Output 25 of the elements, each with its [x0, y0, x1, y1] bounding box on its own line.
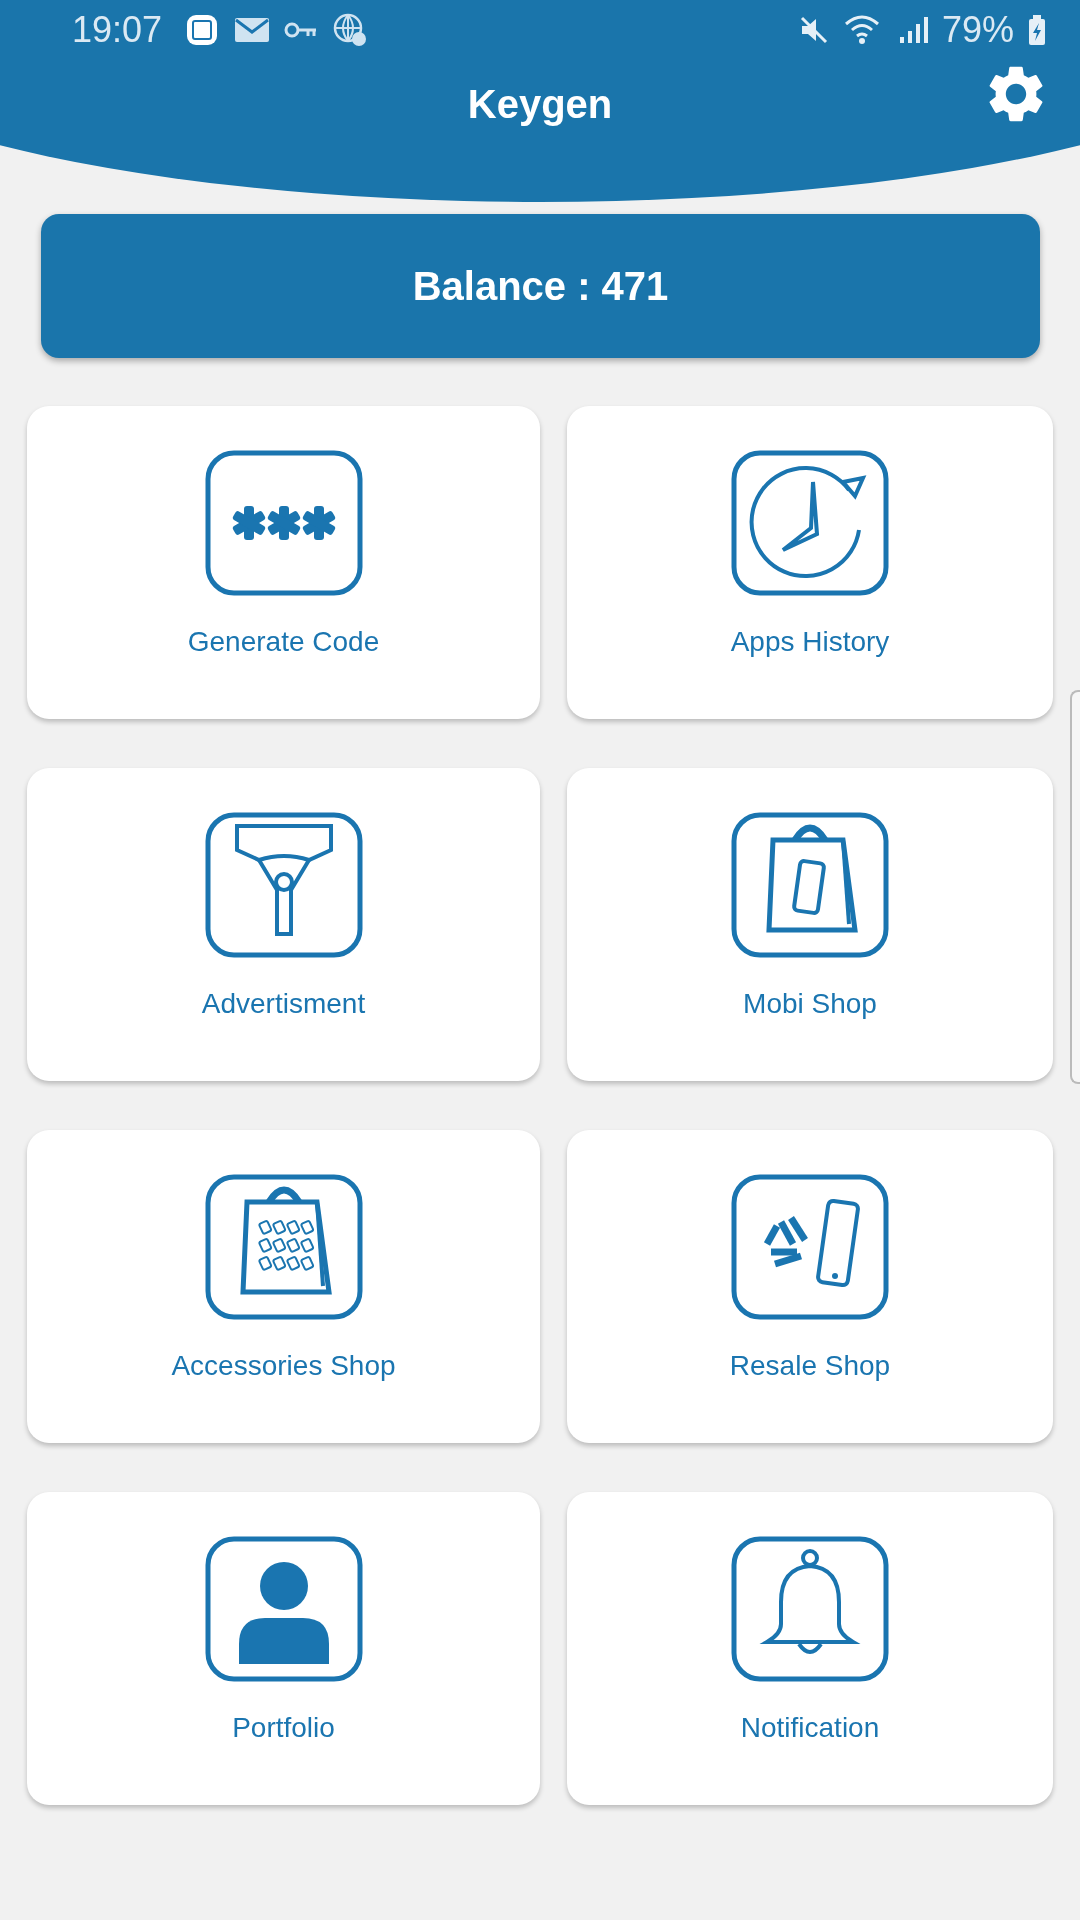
- menu-tile[interactable]: Advertisment: [27, 768, 540, 1081]
- asterisks-icon: [204, 450, 363, 596]
- battery-percentage: 79%: [941, 9, 1014, 51]
- user-icon: [204, 1536, 363, 1682]
- status-time: 19:07: [72, 9, 163, 51]
- menu-tile[interactable]: Apps History: [567, 406, 1053, 719]
- menu-tile[interactable]: Mobi Shop: [567, 768, 1053, 1081]
- menu-tile[interactable]: Resale Shop: [567, 1130, 1053, 1443]
- key-icon: [284, 20, 319, 40]
- menu-tile[interactable]: Accessories Shop: [27, 1130, 540, 1443]
- menu-tile[interactable]: Generate Code: [27, 406, 540, 719]
- shopping-bag-icon: [731, 812, 889, 958]
- app-title: Keygen: [467, 82, 613, 127]
- menu-tile[interactable]: Notification: [567, 1492, 1053, 1805]
- scrollbar[interactable]: [1070, 690, 1080, 1084]
- battery-charging-icon: [1028, 15, 1046, 45]
- mail-icon: [234, 16, 271, 44]
- balance-banner: Balance : 471: [41, 214, 1040, 358]
- clock-icon: [731, 450, 889, 596]
- signal-icon: [897, 15, 928, 45]
- globe-icon: [332, 12, 369, 48]
- bell-icon: [731, 1536, 889, 1682]
- shopping-bag-icon: [204, 1174, 363, 1320]
- menu-tile[interactable]: Portfolio: [27, 1492, 540, 1805]
- banner-person-icon: [204, 812, 363, 958]
